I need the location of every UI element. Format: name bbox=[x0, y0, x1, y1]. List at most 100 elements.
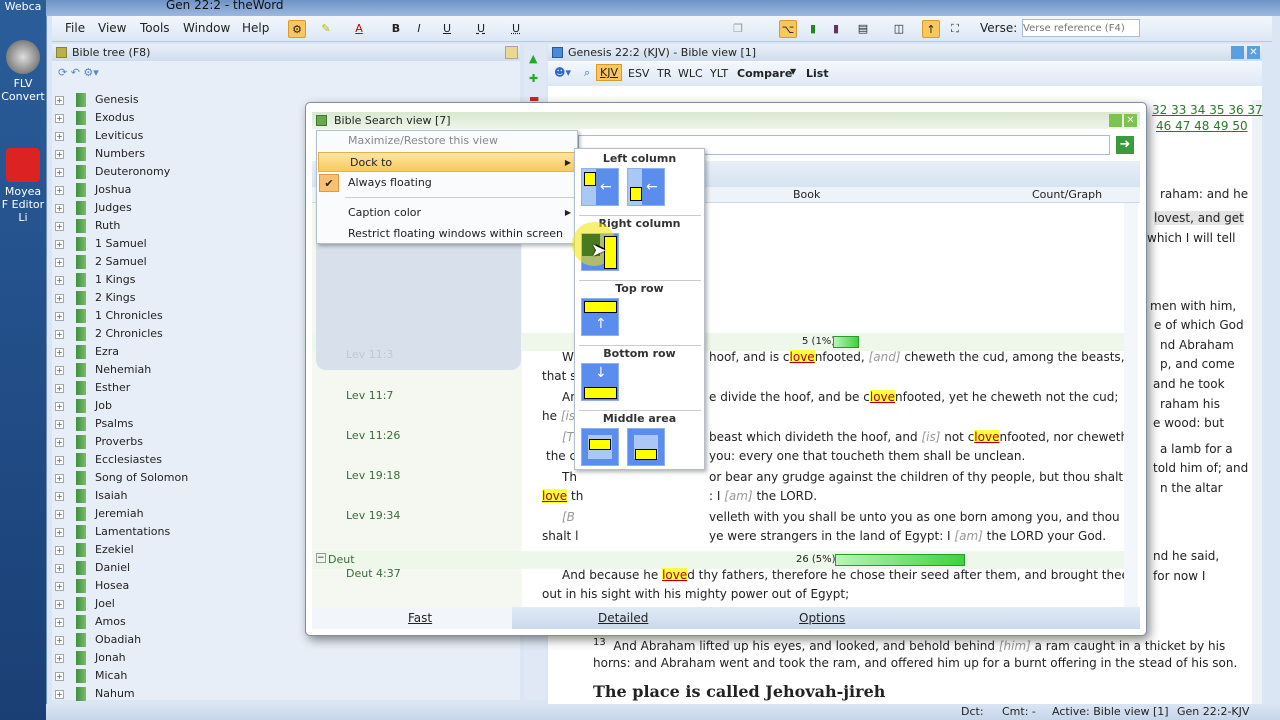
tree-item[interactable]: + Jonah bbox=[52, 651, 512, 670]
menu-window[interactable]: Window bbox=[183, 21, 230, 35]
underline-dotted-icon[interactable]: U bbox=[507, 20, 525, 38]
toolbar-tool-icon[interactable]: ⚙ bbox=[288, 20, 306, 38]
link-icon[interactable]: ⌥ bbox=[779, 20, 797, 38]
menu-view[interactable]: View bbox=[98, 21, 126, 35]
expand-icon[interactable]: + bbox=[55, 474, 64, 483]
result-group-row[interactable]: Deut − 26 (5%) bbox=[312, 551, 1124, 569]
tree-item[interactable]: + Obadiah bbox=[52, 633, 512, 652]
caption-icon[interactable] bbox=[316, 115, 327, 126]
expand-icon[interactable]: + bbox=[55, 366, 64, 375]
compare-dropdown[interactable]: Compare bbox=[737, 67, 792, 80]
bible-purple-icon[interactable]: ▮ bbox=[827, 20, 845, 38]
list-button[interactable]: List bbox=[806, 67, 829, 80]
fullscreen-icon[interactable]: ⛶ bbox=[946, 20, 964, 38]
expand-icon[interactable]: + bbox=[55, 456, 64, 465]
highlighter-icon[interactable]: ✎ bbox=[317, 20, 335, 38]
version-tr[interactable]: TR bbox=[657, 67, 671, 80]
menu-file[interactable]: File bbox=[65, 21, 85, 35]
expand-icon[interactable]: + bbox=[55, 276, 64, 285]
refresh-icon[interactable]: ⟳ ↶ ⚙▾ bbox=[58, 66, 99, 79]
result-reference[interactable]: Deut 4:37 bbox=[346, 567, 401, 580]
expand-icon[interactable]: + bbox=[55, 528, 64, 537]
underline-dashed-icon[interactable]: U bbox=[472, 20, 490, 38]
expand-icon[interactable]: + bbox=[55, 150, 64, 159]
expand-icon[interactable]: + bbox=[55, 510, 64, 519]
bible-green-icon[interactable]: ▮ bbox=[804, 20, 822, 38]
result-reference[interactable]: Lev 19:18 bbox=[346, 469, 400, 482]
expand-icon[interactable]: + bbox=[55, 582, 64, 591]
layout2-icon[interactable]: ◫ bbox=[890, 20, 908, 38]
expand-icon[interactable]: + bbox=[55, 222, 64, 231]
expand-icon[interactable]: + bbox=[55, 438, 64, 447]
tree-item[interactable]: + Micah bbox=[52, 669, 512, 688]
dock-middle-icon[interactable] bbox=[581, 428, 619, 466]
desktop-icon-webcam[interactable]: Webca bbox=[0, 0, 46, 13]
result-reference[interactable]: Lev 19:34 bbox=[346, 509, 400, 522]
menu-item-caption-color[interactable]: Caption color ▶ bbox=[317, 203, 577, 223]
restore-icon[interactable] bbox=[1109, 114, 1122, 127]
people-icon[interactable]: ☻▾ bbox=[554, 66, 571, 79]
menu-tools[interactable]: Tools bbox=[140, 21, 170, 35]
expand-icon[interactable]: + bbox=[55, 690, 64, 699]
copy-icon[interactable]: ❐ bbox=[729, 20, 747, 38]
underline-icon[interactable]: U bbox=[438, 20, 456, 38]
dock-middle-bottom-icon[interactable] bbox=[627, 428, 665, 466]
expand-icon[interactable]: + bbox=[55, 564, 64, 573]
tab-fast[interactable]: Fast bbox=[408, 611, 432, 625]
expand-icon[interactable]: + bbox=[55, 636, 64, 645]
expand-icon[interactable]: + bbox=[55, 546, 64, 555]
expand-icon[interactable]: + bbox=[55, 186, 64, 195]
expand-icon[interactable]: + bbox=[55, 114, 64, 123]
expand-icon[interactable]: + bbox=[55, 492, 64, 501]
up-arrow-icon[interactable]: ▲ bbox=[529, 52, 537, 65]
chapter-links[interactable]: 46 47 48 49 50 bbox=[1156, 119, 1248, 133]
version-kjv[interactable]: KJV bbox=[596, 64, 622, 81]
column-book[interactable]: Book bbox=[793, 188, 820, 201]
close-icon[interactable]: ✕ bbox=[1124, 114, 1137, 127]
expand-icon[interactable]: + bbox=[55, 204, 64, 213]
expand-icon[interactable]: + bbox=[55, 240, 64, 249]
verse-reference-input[interactable] bbox=[1022, 19, 1140, 37]
scrollbar[interactable] bbox=[1252, 100, 1262, 704]
expand-icon[interactable]: + bbox=[55, 294, 64, 303]
menu-item-maximize-restore[interactable]: Maximize/Restore this view bbox=[317, 131, 577, 151]
chapter-links[interactable]: 32 33 34 35 36 37 bbox=[1152, 103, 1263, 117]
expand-icon[interactable]: + bbox=[55, 384, 64, 393]
close-icon[interactable] bbox=[505, 46, 518, 59]
expand-icon[interactable]: + bbox=[55, 654, 64, 663]
expand-icon[interactable]: + bbox=[55, 312, 64, 321]
chevron-down-icon[interactable]: ▼ bbox=[790, 67, 796, 76]
tab-detailed[interactable]: Detailed bbox=[598, 611, 648, 625]
dock-bottom-icon[interactable]: ↓ bbox=[581, 363, 619, 401]
dock-left-top-icon[interactable]: ← bbox=[581, 168, 619, 206]
result-reference[interactable]: Lev 11:7 bbox=[346, 389, 393, 402]
desktop-icon-flv[interactable]: FLV Convert bbox=[0, 40, 46, 103]
bold-icon[interactable]: B bbox=[387, 20, 405, 38]
dock-left-bottom-icon[interactable]: ← bbox=[627, 168, 665, 206]
result-reference[interactable]: Lev 11:26 bbox=[346, 429, 400, 442]
italic-icon[interactable]: I bbox=[410, 20, 428, 38]
expand-icon[interactable]: + bbox=[55, 402, 64, 411]
tab-options[interactable]: Options bbox=[799, 611, 845, 625]
expand-icon[interactable]: + bbox=[55, 330, 64, 339]
version-wlc[interactable]: WLC bbox=[678, 67, 703, 80]
layout-icon[interactable]: ▤ bbox=[854, 20, 872, 38]
expand-icon[interactable]: + bbox=[55, 420, 64, 429]
menu-item-dock-to[interactable]: Dock to ▶ bbox=[318, 152, 578, 172]
column-count-graph[interactable]: Count/Graph bbox=[1032, 188, 1102, 201]
menu-help[interactable]: Help bbox=[242, 21, 269, 35]
menu-item-always-floating[interactable]: ✔ Always floating bbox=[317, 173, 577, 193]
expand-icon[interactable]: + bbox=[55, 618, 64, 627]
font-color-icon[interactable]: A bbox=[350, 20, 368, 38]
version-esv[interactable]: ESV bbox=[628, 67, 649, 80]
expand-icon[interactable]: + bbox=[55, 348, 64, 357]
close-icon[interactable]: ✕ bbox=[1247, 46, 1260, 59]
collapse-icon[interactable]: − bbox=[316, 553, 326, 563]
restore-icon[interactable] bbox=[1231, 46, 1244, 59]
dock-top-icon[interactable]: ↑ bbox=[581, 298, 619, 336]
expand-icon[interactable]: + bbox=[55, 96, 64, 105]
search-go-button[interactable]: ➜ bbox=[1116, 136, 1134, 154]
caption-icon[interactable] bbox=[56, 47, 67, 58]
search-icon[interactable]: ⌕ bbox=[584, 66, 590, 80]
expand-icon[interactable]: ✚ bbox=[529, 72, 538, 85]
